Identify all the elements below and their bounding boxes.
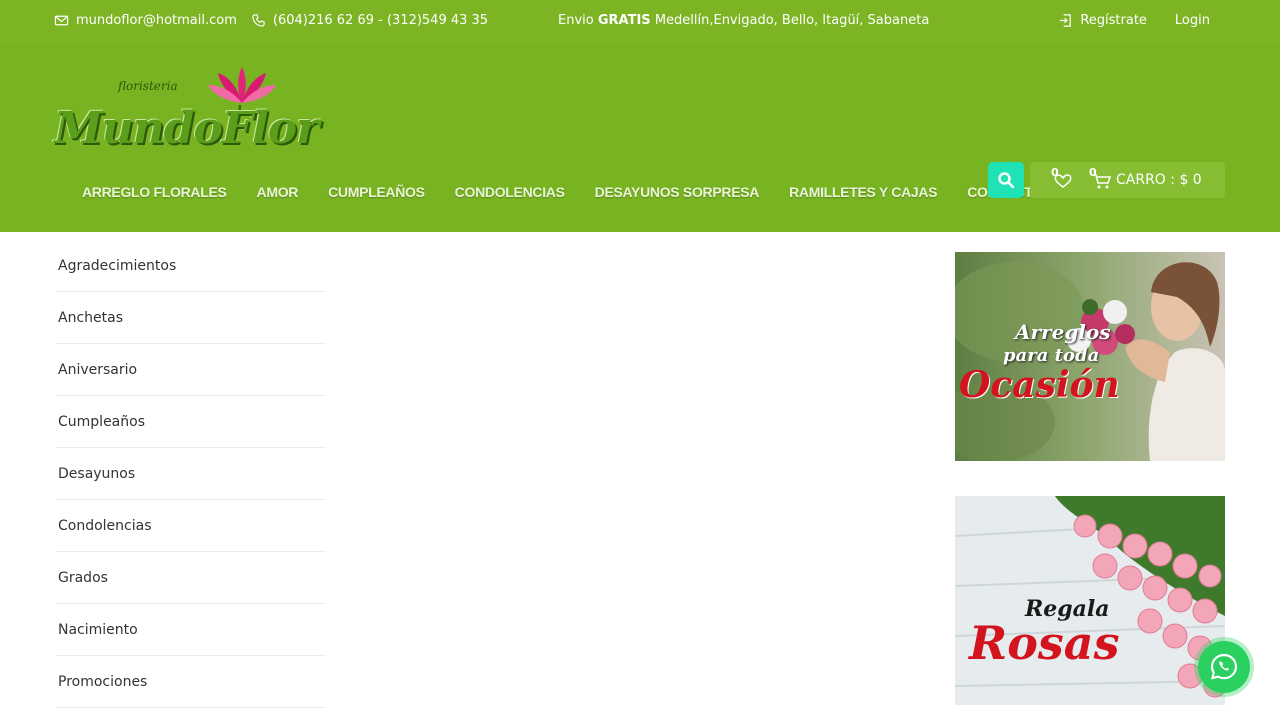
- email-text: mundoflor@hotmail.com: [76, 13, 237, 28]
- site-logo[interactable]: floristeria MundoFlor: [54, 65, 366, 157]
- shipping-notice: Envio GRATIS Medellín,Envigado, Bello, I…: [558, 13, 929, 28]
- header: floristeria MundoFlor ARREGLO FLORALES A…: [0, 43, 1280, 232]
- shipping-free: GRATIS: [597, 13, 651, 28]
- register-label: Regístrate: [1080, 13, 1147, 28]
- nav-condolencias[interactable]: CONDOLENCIAS: [455, 184, 565, 200]
- sign-in-icon: [1058, 13, 1073, 28]
- nav-amor[interactable]: AMOR: [257, 184, 299, 200]
- banner1-line1: Arreglos: [1015, 320, 1111, 344]
- category-item-agradecimientos[interactable]: Agradecimientos: [56, 240, 326, 292]
- banner2-line2: Rosas: [969, 616, 1120, 670]
- register-link[interactable]: Regístrate: [1058, 13, 1147, 28]
- shipping-cities: Medellín,Envigado, Bello, Itagüí, Sabane…: [654, 13, 930, 28]
- banner-arreglos[interactable]: Arreglos para toda Ocasión: [955, 252, 1225, 461]
- cart-icon[interactable]: [1088, 170, 1112, 190]
- category-item-condolencias[interactable]: Condolencias: [56, 500, 326, 552]
- logo-name: MundoFlor: [54, 103, 319, 154]
- category-item-cumpleanos[interactable]: Cumpleaños: [56, 396, 326, 448]
- cart-box: 0 0 CARRO : $ 0: [1030, 162, 1225, 198]
- heart-icon[interactable]: [1050, 170, 1072, 190]
- category-item-grados[interactable]: Grados: [56, 552, 326, 604]
- banner1-line3: Ocasión: [959, 364, 1120, 406]
- phone-text: (604)216 62 69 - (312)549 43 35: [272, 13, 489, 28]
- nav-ramilletes-y-cajas[interactable]: RAMILLETES Y CAJAS: [789, 184, 937, 200]
- logo-small-text: floristeria: [118, 79, 178, 93]
- phone-icon: [251, 13, 266, 28]
- whatsapp-button[interactable]: [1198, 641, 1250, 693]
- nav-desayunos-sorpresa[interactable]: DESAYUNOS SORPRESA: [595, 184, 760, 200]
- category-list: Agradecimientos Anchetas Aniversario Cum…: [56, 240, 326, 708]
- whatsapp-icon: [1210, 653, 1238, 680]
- category-item-promociones[interactable]: Promociones: [56, 656, 326, 708]
- mail-icon: [54, 13, 69, 28]
- main-nav: ARREGLO FLORALES AMOR CUMPLEAÑOS CONDOLE…: [82, 184, 1043, 200]
- top-bar: mundoflor@hotmail.com (604)216 62 69 - (…: [0, 0, 1280, 43]
- nav-arreglo-florales[interactable]: ARREGLO FLORALES: [82, 184, 227, 200]
- category-item-aniversario[interactable]: Aniversario: [56, 344, 326, 396]
- category-item-anchetas[interactable]: Anchetas: [56, 292, 326, 344]
- search-icon: [998, 172, 1015, 189]
- search-button[interactable]: [988, 162, 1024, 198]
- login-link[interactable]: Login: [1175, 13, 1210, 28]
- phone-contact[interactable]: (604)216 62 69 - (312)549 43 35: [251, 13, 488, 28]
- shipping-prefix: Envio: [558, 13, 594, 28]
- category-item-nacimiento[interactable]: Nacimiento: [56, 604, 326, 656]
- banner-rosas[interactable]: Regala Rosas: [955, 496, 1225, 705]
- email-contact[interactable]: mundoflor@hotmail.com: [54, 13, 237, 28]
- cart-total[interactable]: CARRO : $ 0: [1116, 172, 1202, 188]
- nav-cumpleanos[interactable]: CUMPLEAÑOS: [328, 184, 425, 200]
- category-item-desayunos[interactable]: Desayunos: [56, 448, 326, 500]
- banner1-line2: para toda: [1003, 345, 1100, 366]
